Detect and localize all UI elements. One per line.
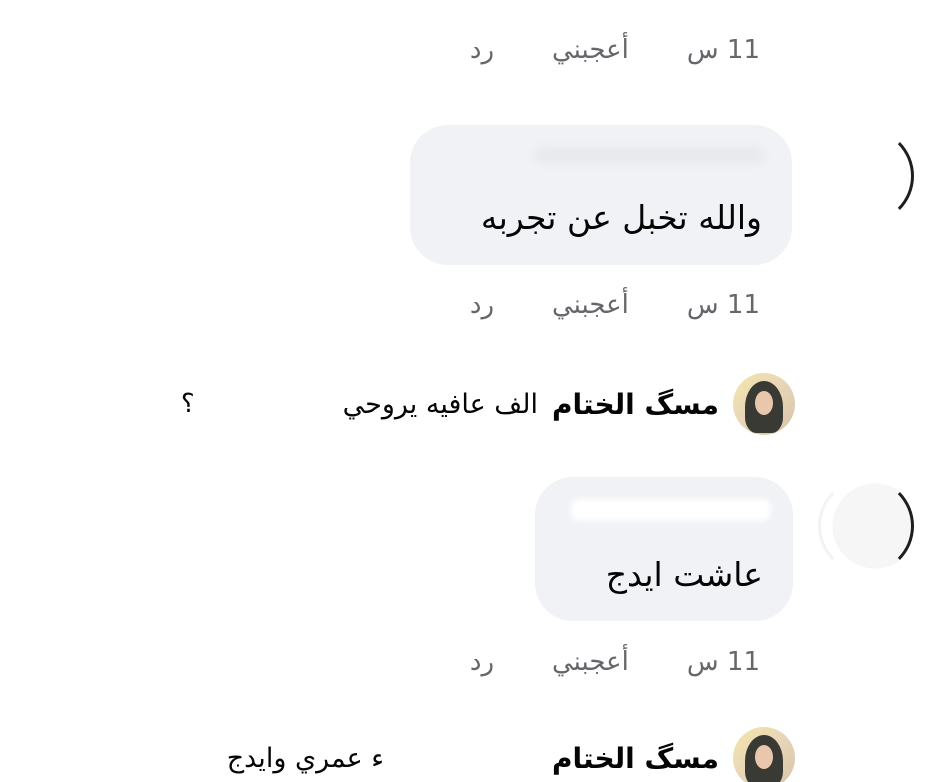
comment-text: والله تخبل عن تجربه: [480, 198, 762, 237]
comments-thread: 11 س أعجبني رد والله تخبل عن تجربه 11 س …: [0, 0, 945, 782]
comment-time: 11 س: [686, 35, 760, 65]
profile-avatar-icon[interactable]: [733, 373, 795, 435]
commenter-avatar[interactable]: [818, 128, 914, 224]
reply-text-end: ؟: [180, 389, 195, 419]
commenter-name-redacted: [571, 499, 771, 521]
redacted-text: [397, 749, 538, 767]
comment-actions: 11 س أعجبني رد: [440, 642, 760, 682]
reply-text: الف عافيه يروحي: [342, 388, 538, 420]
profile-avatar-icon[interactable]: [733, 727, 795, 782]
reply-preview[interactable]: مسگ الختام ء عمري وايدج: [227, 726, 795, 782]
comment-time: 11 س: [686, 647, 760, 677]
comment-time: 11 س: [686, 290, 760, 320]
comment-bubble: والله تخبل عن تجربه: [410, 125, 792, 265]
reply-button[interactable]: رد: [470, 290, 494, 320]
reply-button[interactable]: رد: [470, 35, 494, 65]
comment-actions: 11 س أعجبني رد: [440, 285, 760, 325]
commenter-avatar[interactable]: [818, 478, 914, 574]
commenter-name-redacted: [534, 147, 764, 163]
like-button[interactable]: أعجبني: [552, 35, 629, 65]
comment-bubble: عاشت ايدج: [535, 477, 793, 621]
reply-preview[interactable]: مسگ الختام الف عافيه يروحي ؟: [181, 372, 795, 436]
redacted-text: [208, 395, 329, 413]
comment-text: عاشت ايدج: [605, 555, 763, 594]
like-button[interactable]: أعجبني: [552, 647, 629, 677]
reply-text: ء عمري وايدج: [226, 742, 384, 774]
comment-actions: 11 س أعجبني رد: [440, 30, 760, 70]
like-button[interactable]: أعجبني: [552, 290, 629, 320]
reply-button[interactable]: رد: [470, 647, 494, 677]
reply-author-name[interactable]: مسگ الختام: [552, 388, 719, 421]
reply-author-name[interactable]: مسگ الختام: [552, 742, 719, 775]
